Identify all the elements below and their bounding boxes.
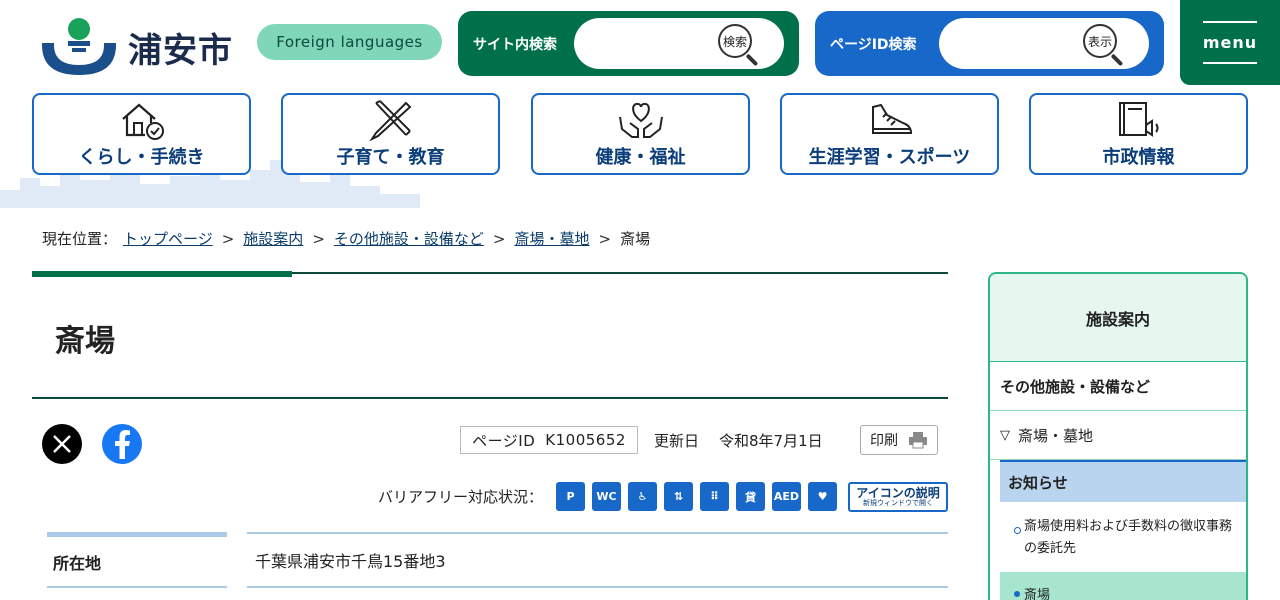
icon-explanation-link[interactable]: アイコンの説明 新規ウィンドウで開く	[848, 482, 948, 512]
breadcrumb-separator: >	[312, 229, 325, 248]
updated-value: 令和8年7月1日	[719, 432, 823, 450]
sidebar-link-consignment[interactable]: 斎場使用料および手数料の徴収事務の委託先	[1000, 502, 1246, 572]
site-search-label: サイト内検索	[473, 36, 557, 53]
barrier-free-label: バリアフリー対応状況：	[378, 488, 544, 506]
heart-hands-icon	[618, 102, 663, 138]
breadcrumb-prefix: 現在位置：	[42, 230, 118, 248]
sidebar-item-current[interactable]: 斎場	[1000, 572, 1246, 600]
nav-label: 子育て・教育	[336, 147, 445, 168]
city-emblem-icon	[42, 18, 116, 75]
page-id-display: ページID K1005652	[460, 426, 638, 454]
print-button[interactable]: 印刷	[860, 425, 938, 455]
page-id-search-input[interactable]	[955, 30, 1085, 58]
page-title: 斎場	[55, 324, 115, 359]
page-id-search-button[interactable]: 表示	[1083, 24, 1124, 67]
page-id-search-panel: ページID検索 表示	[815, 11, 1164, 76]
breadcrumb-separator: >	[492, 229, 506, 248]
shoe-icon	[871, 103, 912, 134]
menu-line-icon	[1203, 21, 1257, 23]
sidebar-item-funeral-cemetery[interactable]: ▽ 斎場・墓地	[990, 411, 1246, 460]
aed-icon: AED	[772, 482, 801, 511]
nav-label: 健康・福祉	[595, 147, 686, 168]
menu-button[interactable]: menu	[1180, 0, 1280, 85]
magnifier-handle	[1110, 53, 1124, 67]
house-check-icon	[121, 103, 164, 140]
accessible-toilet-icon: WC	[592, 482, 621, 511]
page-id-value: K1005652	[545, 431, 626, 449]
breadcrumb-separator: >	[598, 229, 612, 248]
breadcrumb-link-other-facilities[interactable]: その他施設・設備など	[334, 228, 484, 249]
facebook-logo-icon	[115, 430, 130, 459]
triangle-down-icon: ▽	[1000, 427, 1010, 443]
wheelchair-ramp-icon: ♿	[628, 482, 657, 511]
nav-kurashi[interactable]: くらし・手続き	[32, 93, 251, 175]
nav-shisei[interactable]: 市政情報	[1029, 93, 1248, 175]
breadcrumb-current: 斎場	[620, 230, 651, 248]
nav-label: くらし・手続き	[78, 147, 205, 168]
magnifier-handle	[745, 53, 759, 67]
nav-label: 市政情報	[1102, 147, 1175, 168]
city-logo[interactable]: 浦安市	[38, 16, 248, 78]
sidebar-item-label: 斎場・墓地	[1018, 426, 1094, 445]
print-label: 印刷	[870, 433, 898, 449]
share-facebook-button[interactable]	[102, 424, 142, 464]
city-name: 浦安市	[128, 30, 233, 71]
updated-date: 更新日 令和8年7月1日	[654, 430, 823, 451]
barrier-free-icons: P WC ♿ ⇅ ⠿ 貸 AED ♥	[556, 482, 837, 511]
sidebar-news-section: お知らせ 斎場使用料および手数料の徴収事務の委託先 斎場	[990, 460, 1246, 600]
icon-explanation-label: アイコンの説明	[856, 486, 940, 501]
breadcrumb: 現在位置： トップページ > 施設案内 > その他施設・設備など > 斎場・墓地…	[42, 228, 650, 249]
site-search-box: 検索	[574, 18, 784, 69]
nav-shogai[interactable]: 生涯学習・スポーツ	[780, 93, 999, 175]
printer-icon	[909, 432, 927, 449]
sidebar-title[interactable]: 施設案内	[990, 274, 1246, 362]
magnifier-icon: 表示	[1083, 24, 1117, 58]
page-id-label: ページID	[472, 431, 536, 450]
book-megaphone-icon	[1118, 102, 1158, 137]
breadcrumb-link-funeral-cemetery[interactable]: 斎場・墓地	[514, 228, 589, 249]
elevator-icon: ⇅	[664, 482, 693, 511]
nav-label: 生涯学習・スポーツ	[808, 147, 971, 168]
site-search-button[interactable]: 検索	[718, 24, 759, 67]
tactile-paving-icon: ⠿	[700, 482, 729, 511]
accessible-parking-icon: P	[556, 482, 585, 511]
nav-kosodate[interactable]: 子育て・教育	[281, 93, 500, 175]
share-x-button[interactable]	[42, 424, 82, 464]
sidebar: 施設案内 その他施設・設備など ▽ 斎場・墓地 お知らせ 斎場使用料および手数料…	[988, 272, 1248, 600]
title-bottom-rule	[32, 397, 948, 399]
nav-kenko[interactable]: 健康・福祉	[531, 93, 750, 175]
info-value-address: 千葉県浦安市千鳥15番地3	[247, 532, 948, 588]
breadcrumb-link-top[interactable]: トップページ	[123, 228, 213, 249]
sidebar-item-other-facilities[interactable]: その他施設・設備など	[990, 362, 1246, 411]
foreign-languages-button[interactable]: Foreign languages	[257, 24, 442, 60]
title-accent-rule	[32, 271, 292, 277]
baby-care-icon: ♥	[808, 482, 837, 511]
updated-label: 更新日	[654, 432, 700, 450]
menu-label: menu	[1202, 33, 1258, 52]
page-id-search-label: ページID検索	[830, 36, 917, 53]
sidebar-news-heading: お知らせ	[1000, 460, 1246, 502]
x-logo-icon	[53, 435, 71, 453]
pencil-ruler-icon	[368, 100, 411, 141]
menu-line-icon	[1203, 62, 1257, 64]
site-search-panel: サイト内検索 検索	[458, 11, 799, 76]
icon-explanation-sub: 新規ウィンドウで開く	[863, 498, 933, 507]
breadcrumb-separator: >	[221, 229, 235, 248]
site-search-input[interactable]	[590, 30, 720, 58]
wheelchair-rental-icon: 貸	[736, 482, 765, 511]
info-label-address: 所在地	[47, 532, 227, 588]
breadcrumb-link-facilities[interactable]: 施設案内	[243, 228, 303, 249]
page-id-search-box: 表示	[939, 18, 1149, 69]
magnifier-icon: 検索	[718, 24, 752, 58]
